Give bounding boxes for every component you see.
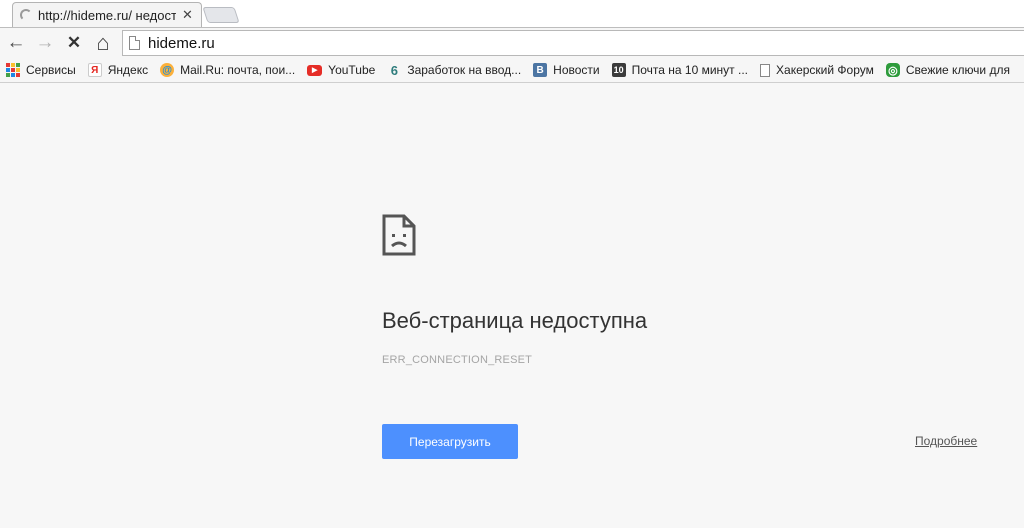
error-page: Веб-страница недоступна ERR_CONNECTION_R…	[0, 84, 1024, 528]
bookmark-label: Хакерский Форум	[776, 63, 874, 77]
home-icon: ⌂	[96, 30, 110, 55]
stop-button[interactable]: ✕	[62, 31, 86, 55]
back-button[interactable]: ←	[4, 31, 28, 55]
tenminute-mail-icon: 10	[611, 63, 626, 77]
bookmark-label: YouTube	[328, 63, 376, 77]
bookmark-mailru[interactable]: @ Mail.Ru: почта, пои...	[160, 63, 295, 77]
bookmark-label: Почта на 10 минут ...	[631, 63, 749, 77]
bookmark-news[interactable]: В Новости	[533, 63, 600, 77]
address-bar[interactable]: hideme.ru	[122, 30, 1024, 56]
vk-icon: В	[533, 63, 548, 77]
browser-tab-content[interactable]: http://hideme.ru/ недоступ ✕	[20, 2, 202, 28]
bookmark-youtube[interactable]: ▶ YouTube	[307, 63, 375, 77]
new-tab-button[interactable]	[202, 7, 240, 23]
bookmark-label: Mail.Ru: почта, пои...	[180, 63, 296, 77]
forward-arrow-icon: →	[35, 32, 55, 53]
bookmark-label: Заработок на ввод...	[407, 63, 522, 77]
bookmark-hacker-forum[interactable]: Хакерский Форум	[760, 63, 874, 77]
fresh-keys-icon: ◎	[885, 63, 900, 77]
tab-title: http://hideme.ru/ недоступ	[38, 7, 176, 23]
bookmark-earnings[interactable]: 6 Заработок на ввод...	[387, 62, 522, 78]
bookmark-fresh-keys[interactable]: ◎ Свежие ключи для	[885, 63, 1010, 77]
tab-strip: http://hideme.ru/ недоступ ✕	[0, 0, 1024, 28]
bookmarks-bar: Сервисы Я Яндекс @ Mail.Ru: почта, пои..…	[0, 58, 1024, 83]
sad-page-icon	[382, 214, 416, 256]
bookmark-label: Новости	[553, 63, 600, 77]
bookmark-services[interactable]: Сервисы	[6, 63, 76, 77]
url-text[interactable]: hideme.ru	[148, 35, 215, 52]
reload-button[interactable]: Перезагрузить	[382, 424, 518, 459]
details-link[interactable]: Подробнее	[915, 434, 977, 448]
back-arrow-icon: ←	[6, 32, 26, 53]
bookmark-label: Яндекс	[107, 63, 149, 77]
bookmark-10minutemail[interactable]: 10 Почта на 10 минут ...	[611, 63, 749, 77]
mailru-icon: @	[160, 63, 175, 77]
bookmark-label: Сервисы	[26, 63, 76, 77]
browser-toolbar: ← → ✕ ⌂ hideme.ru	[0, 28, 1024, 58]
error-code: ERR_CONNECTION_RESET	[382, 354, 533, 366]
error-heading: Веб-страница недоступна	[382, 308, 648, 333]
earnings-icon: 6	[390, 62, 398, 78]
bookmark-yandex[interactable]: Я Яндекс	[87, 63, 149, 77]
tab-close-icon[interactable]: ✕	[182, 7, 193, 23]
yandex-icon: Я	[87, 63, 102, 77]
forward-button[interactable]: →	[33, 31, 57, 55]
apps-grid-icon	[6, 63, 20, 77]
loading-spinner-icon	[20, 9, 32, 21]
home-button[interactable]: ⌂	[91, 30, 115, 55]
page-icon	[760, 63, 771, 77]
stop-icon: ✕	[66, 33, 82, 52]
bookmark-label: Свежие ключи для	[905, 63, 1010, 77]
youtube-icon: ▶	[307, 64, 323, 76]
page-icon	[129, 36, 140, 50]
